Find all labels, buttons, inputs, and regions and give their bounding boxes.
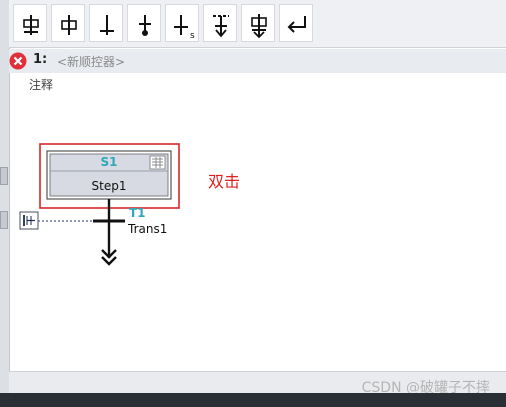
- double-click-annotation: 双击: [208, 172, 241, 191]
- step-number: S1: [101, 155, 118, 169]
- transition-name: Trans1: [127, 222, 167, 236]
- transition-number: T1: [129, 206, 146, 220]
- sfc-canvas: S1 Step1 T1 Trans1: [19, 143, 180, 266]
- step-table-icon[interactable]: [149, 155, 166, 170]
- step-name: Step1: [92, 179, 127, 193]
- status-strip: [0, 393, 506, 407]
- transition-condition-icon[interactable]: [19, 211, 39, 230]
